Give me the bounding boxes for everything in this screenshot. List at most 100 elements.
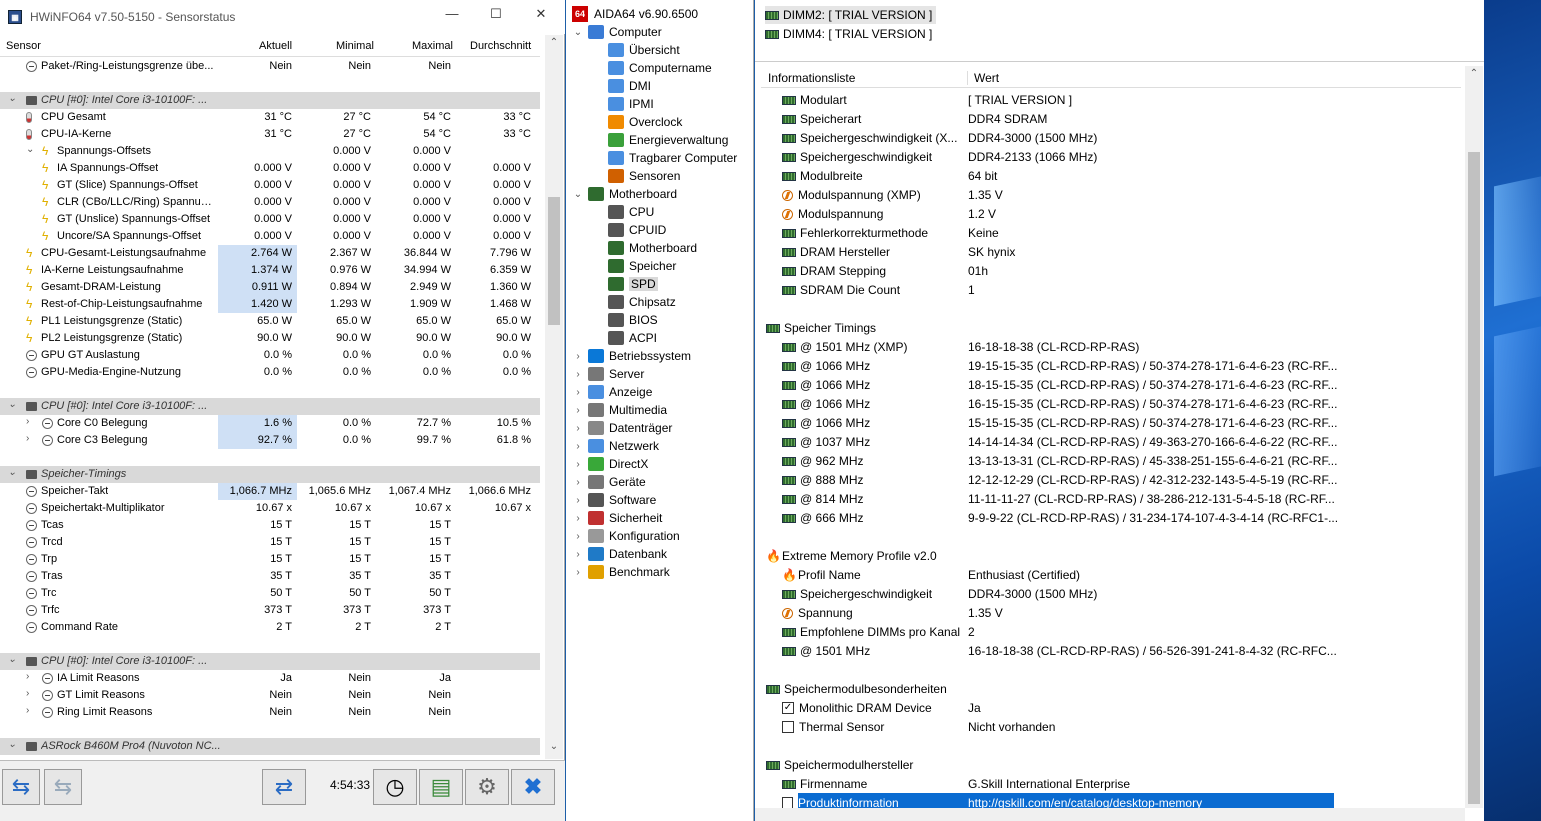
sensor-row[interactable]: Speicher-Takt 1,066.7 MHz 1,065.6 MHz 1,067… <box>0 483 540 500</box>
sensor-row[interactable]: ϟ GT (Unslice) Spannungs-Offset 0.000 V 0.0… <box>0 211 540 228</box>
navigate-arrows-icon[interactable]: ⇆ <box>2 769 40 805</box>
sensor-group-row[interactable]: ⌄ CPU [#0]: Intel Core i3-10100F: ... <box>0 92 540 109</box>
col-average[interactable]: Durchschnitt <box>470 40 531 52</box>
expand-chevron-icon[interactable]: › <box>26 688 29 699</box>
sensor-row[interactable]: ϟ CPU-Gesamt-Leistungsaufnahme 2.764 W 2.36… <box>0 245 540 262</box>
tree-item-konfiguration[interactable]: › Konfiguration <box>572 527 680 545</box>
scroll-up-icon[interactable]: ⌃ <box>1465 68 1483 79</box>
collapse-chevron-icon[interactable]: ⌄ <box>26 144 34 155</box>
info-row[interactable]: ✓ Monolithic DRAM Device Ja <box>755 698 1465 717</box>
sensor-group-row[interactable]: ⌄ CPU [#0]: Intel Core i3-10100F: ... <box>0 398 540 415</box>
info-row[interactable]: @ 1066 MHz 16-15-15-35 (CL-RCD-RP-RAS) / … <box>755 394 1465 413</box>
info-row[interactable]: @ 1037 MHz 14-14-14-34 (CL-RCD-RP-RAS) / … <box>755 432 1465 451</box>
sensor-row[interactable]: › IA Limit Reasons Ja Nein Ja <box>0 670 540 687</box>
sensor-group-row[interactable]: ⌄ ASRock B460M Pro4 (Nuvoton NC... <box>0 738 540 755</box>
sensor-row[interactable]: ϟ CLR (CBo/LLC/Ring) Spannun... 0.000 V 0.0… <box>0 194 540 211</box>
sensor-row[interactable]: GPU GT Auslastung 0.0 % 0.0 % 0.0 % 0.0 % <box>0 347 540 364</box>
tree-item-directx[interactable]: › DirectX <box>572 455 648 473</box>
sensor-row[interactable]: Command Rate 2 T 2 T 2 T <box>0 619 540 636</box>
collapse-chevron-icon[interactable]: ⌄ <box>572 189 584 200</box>
sensor-row[interactable]: › Ring Limit Reasons Nein Nein Nein <box>0 704 540 721</box>
sensor-row[interactable]: › Core C3 Belegung 92.7 % 0.0 % 99.7 % 61.8 % <box>0 432 540 449</box>
expand-chevron-icon[interactable]: › <box>572 459 584 470</box>
report-add-icon[interactable]: ▤ <box>419 769 463 805</box>
collapse-chevron-icon[interactable]: ⌄ <box>8 399 16 410</box>
sensor-row[interactable]: ϟ PL2 Leistungsgrenze (Static) 90.0 W 90.0 … <box>0 330 540 347</box>
sensor-row[interactable]: ϟ Gesamt-DRAM-Leistung 0.911 W 0.894 W 2.949… <box>0 279 540 296</box>
info-section-header[interactable]: 🔥 Extreme Memory Profile v2.0 <box>755 546 1465 565</box>
sensor-row[interactable]: › Core C0 Belegung 1.6 % 0.0 % 72.7 % 10.5 % <box>0 415 540 432</box>
info-row[interactable]: Speichergeschwindigkeit (X... DDR4-3000 (… <box>755 128 1465 147</box>
expand-chevron-icon[interactable]: › <box>572 423 584 434</box>
sensor-row[interactable]: ϟ PL1 Leistungsgrenze (Static) 65.0 W 65.0 … <box>0 313 540 330</box>
sensor-row[interactable]: Tcas 15 T 15 T 15 T <box>0 517 540 534</box>
tree-item-bios[interactable]: BIOS <box>608 311 658 329</box>
info-row[interactable]: Speichergeschwindigkeit DDR4-3000 (1500 M… <box>755 584 1465 603</box>
maximize-button[interactable]: ☐ <box>484 6 508 28</box>
tree-item-ipmi[interactable]: IPMI <box>608 95 654 113</box>
info-row[interactable]: @ 814 MHz 11-11-11-27 (CL-RCD-RP-RAS) / 3… <box>755 489 1465 508</box>
tree-item-übersicht[interactable]: Übersicht <box>608 41 680 59</box>
info-row[interactable]: @ 1501 MHz (XMP) 16-18-18-38 (CL-RCD-RP-R… <box>755 337 1465 356</box>
network-icon[interactable]: ⇄ <box>262 769 306 805</box>
tree-item-software[interactable]: › Software <box>572 491 656 509</box>
expand-chevron-icon[interactable]: › <box>572 477 584 488</box>
tree-item-energieverwaltung[interactable]: Energieverwaltung <box>608 131 728 149</box>
info-row[interactable]: Modulspannung (XMP) 1.35 V <box>755 185 1465 204</box>
col-field[interactable]: Informationsliste <box>768 71 855 85</box>
info-row[interactable]: Empfohlene DIMMs pro Kanal 2 <box>755 622 1465 641</box>
navigate-arrows-disabled-icon[interactable]: ⇆ <box>44 769 82 805</box>
sensor-row[interactable]: ⌄ ϟ Spannungs-Offsets 0.000 V 0.000 V <box>0 143 540 160</box>
tree-item-cpuid[interactable]: CPUID <box>608 221 666 239</box>
tree-item-netzwerk[interactable]: › Netzwerk <box>572 437 659 455</box>
info-row[interactable]: 🔥 Profil Name Enthusiast (Certified) <box>755 565 1465 584</box>
info-row[interactable]: SDRAM Die Count 1 <box>755 280 1465 299</box>
sensor-group-row[interactable]: ⌄ Speicher-Timings <box>0 466 540 483</box>
tree-item-spd[interactable]: SPD <box>608 275 658 293</box>
clock-icon[interactable]: ◷ <box>373 769 417 805</box>
expand-chevron-icon[interactable]: › <box>26 705 29 716</box>
expand-chevron-icon[interactable]: › <box>572 441 584 452</box>
tree-item-geräte[interactable]: › Geräte <box>572 473 646 491</box>
sensor-row[interactable]: Trcd 15 T 15 T 15 T <box>0 534 540 551</box>
expand-chevron-icon[interactable]: › <box>26 671 29 682</box>
sensor-row[interactable]: ϟ IA-Kerne Leistungsaufnahme 1.374 W 0.976 … <box>0 262 540 279</box>
expand-chevron-icon[interactable]: › <box>26 433 29 444</box>
minimize-button[interactable]: — <box>440 6 464 28</box>
info-row[interactable]: @ 962 MHz 13-13-13-31 (CL-RCD-RP-RAS) / 4… <box>755 451 1465 470</box>
info-row[interactable]: @ 1066 MHz 19-15-15-35 (CL-RCD-RP-RAS) / … <box>755 356 1465 375</box>
tree-item-dmi[interactable]: DMI <box>608 77 651 95</box>
info-scrollbar[interactable]: ⌃ <box>1465 66 1483 808</box>
tree-item-datenbank[interactable]: › Datenbank <box>572 545 667 563</box>
info-row[interactable]: Spannung 1.35 V <box>755 603 1465 622</box>
sensor-row[interactable]: ϟ GT (Slice) Spannungs-Offset 0.000 V 0.000… <box>0 177 540 194</box>
hwinfo-titlebar[interactable]: ▦ HWiNFO64 v7.50-5150 - Sensorstatus — ☐… <box>0 0 565 34</box>
collapse-chevron-icon[interactable]: ⌄ <box>572 27 584 38</box>
col-current[interactable]: Aktuell <box>259 40 292 52</box>
sensor-row[interactable]: GPU-Media-Engine-Nutzung 0.0 % 0.0 % 0.0 % 0… <box>0 364 540 381</box>
tree-item-sicherheit[interactable]: › Sicherheit <box>572 509 662 527</box>
info-row[interactable]: Speicherart DDR4 SDRAM <box>755 109 1465 128</box>
sensor-row[interactable]: ϟ Rest-of-Chip-Leistungsaufnahme 1.420 W 1.… <box>0 296 540 313</box>
info-row[interactable]: Thermal Sensor Nicht vorhanden <box>755 717 1465 736</box>
tree-item-motherboard[interactable]: Motherboard <box>608 239 697 257</box>
device-item-dimm2[interactable]: DIMM2: [ TRIAL VERSION ] <box>765 6 937 24</box>
sensor-row[interactable]: ϟ Uncore/SA Spannungs-Offset 0.000 V 0.000 … <box>0 228 540 245</box>
info-section-header[interactable]: Speichermodulbesonderheiten <box>755 679 1465 698</box>
scroll-thumb[interactable] <box>548 197 560 325</box>
sensor-row[interactable]: ϟ IA Spannungs-Offset 0.000 V 0.000 V 0.000 … <box>0 160 540 177</box>
expand-chevron-icon[interactable]: › <box>572 513 584 524</box>
col-minimal[interactable]: Minimal <box>336 40 374 52</box>
tree-item-acpi[interactable]: ACPI <box>608 329 657 347</box>
expand-chevron-icon[interactable]: › <box>572 567 584 578</box>
info-row[interactable]: Modulart [ TRIAL VERSION ] <box>755 90 1465 109</box>
expand-chevron-icon[interactable]: › <box>572 351 584 362</box>
tree-item-chipsatz[interactable]: Chipsatz <box>608 293 676 311</box>
info-row[interactable]: @ 1501 MHz 16-18-18-38 (CL-RCD-RP-RAS) / … <box>755 641 1465 660</box>
scroll-up-icon[interactable]: ⌃ <box>545 37 563 48</box>
expand-chevron-icon[interactable]: › <box>572 387 584 398</box>
scroll-thumb[interactable] <box>1468 152 1480 804</box>
settings-gear-icon[interactable]: ⚙ <box>465 769 509 805</box>
tree-item-motherboard[interactable]: ⌄ Motherboard <box>572 185 677 203</box>
info-row[interactable]: Modulspannung 1.2 V <box>755 204 1465 223</box>
